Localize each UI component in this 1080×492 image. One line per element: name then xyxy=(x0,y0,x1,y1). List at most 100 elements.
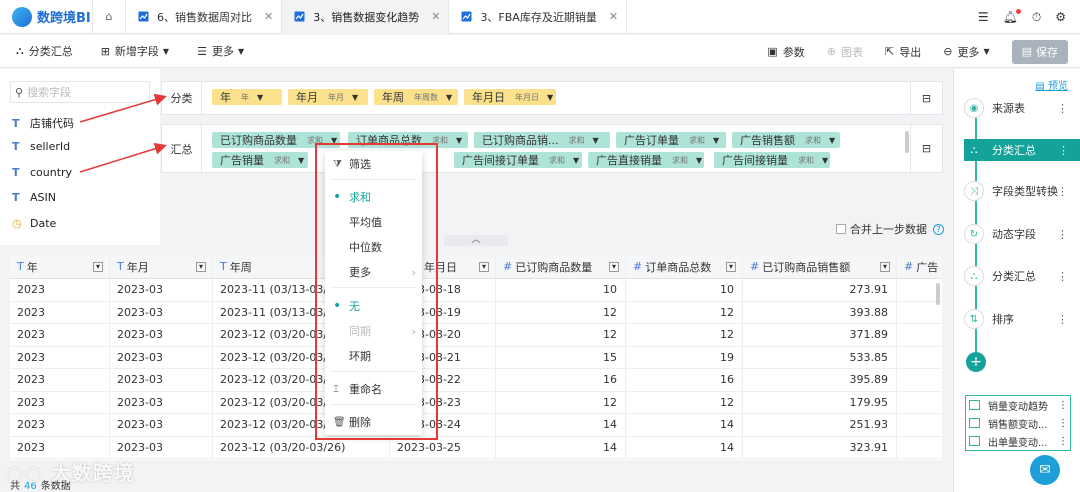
caret-down-icon[interactable]: ▾ xyxy=(196,261,206,272)
caret-down-icon[interactable]: ▾ xyxy=(609,261,619,272)
group-chip[interactable]: 年 年 ▼ xyxy=(212,89,282,105)
chart-line-icon xyxy=(461,11,472,22)
field-item[interactable]: T 店铺代码 xyxy=(12,115,74,131)
export-button[interactable]: ⇱ 导出 xyxy=(885,44,921,60)
caret-down-icon[interactable]: ▼ xyxy=(573,156,579,165)
column-header[interactable]: T 年月 ▾ xyxy=(110,256,213,278)
caret-down-icon[interactable]: ▾ xyxy=(726,261,736,272)
column-header[interactable]: # 已订购商品数量 ▾ xyxy=(496,256,626,278)
caret-down-icon[interactable]: ▼ xyxy=(593,136,599,145)
agg-chip[interactable]: 广告直接销量 求和 ▼ xyxy=(588,152,704,168)
close-icon[interactable]: ✕ xyxy=(264,10,273,23)
agg-chip[interactable]: 广告间接订单量 求和 ▼ xyxy=(454,152,582,168)
group-chip[interactable]: 年周 年周数 ▼ xyxy=(374,89,458,105)
flow-node-dynamic-field[interactable]: ↻ 动态字段 ⋮ xyxy=(964,223,1070,245)
table-scrollbar[interactable] xyxy=(936,283,940,305)
caret-down-icon[interactable]: ▼ xyxy=(298,156,304,165)
more-vertical-icon[interactable]: ⋮ xyxy=(1058,144,1069,157)
caret-down-icon[interactable]: ▼ xyxy=(257,93,263,102)
flow-node-type-convert[interactable]: ⤨ 字段类型转换 ⋮ xyxy=(964,180,1070,202)
caret-down-icon[interactable]: ▾ xyxy=(880,261,890,272)
more-vertical-icon[interactable]: ⋮ xyxy=(1058,418,1068,429)
field-item[interactable]: T country xyxy=(12,166,72,179)
number-type-icon: # xyxy=(750,260,760,274)
agg-chip[interactable]: 广告销量 求和 ▼ xyxy=(212,152,308,168)
group-zone-toggle[interactable]: ⊟ xyxy=(910,82,942,114)
flow-node-source[interactable]: ◉ 来源表 ⋮ xyxy=(964,97,1070,119)
more-vertical-icon[interactable]: ⋮ xyxy=(1057,185,1068,198)
output-item[interactable]: 销量变动趋势 ⋮ xyxy=(966,396,1070,414)
agg-chip[interactable]: 广告订单量 求和 ▼ xyxy=(616,132,726,148)
caret-down-icon[interactable]: ▼ xyxy=(446,93,452,102)
more-vertical-icon[interactable]: ⋮ xyxy=(1058,436,1068,447)
caret-down-icon[interactable]: ▼ xyxy=(822,156,828,165)
table-header: T 年 ▾ T 年月 ▾ T 年周 年月日 ▾ # 已订购商品数量 ▾ # 订单商品总数 ▾ # 已订… xyxy=(10,256,942,279)
column-header[interactable]: # 广告 xyxy=(897,256,942,278)
agg-chip[interactable]: 已订购商品销... 求和 ▼ xyxy=(474,132,610,148)
close-icon[interactable]: ✕ xyxy=(431,10,440,23)
caret-down-icon[interactable]: ▾ xyxy=(93,261,103,272)
aggregate-zone-toggle[interactable]: ⊟ xyxy=(910,125,942,172)
header-label: 年月 xyxy=(126,260,149,274)
flow-node-sort[interactable]: ⇅ 排序 ⋮ xyxy=(964,308,1070,330)
tab-trend[interactable]: 3、销售数据变化趋势 ✕ xyxy=(282,0,450,34)
column-header[interactable]: # 已订购商品销售额 ▾ xyxy=(743,256,897,278)
settings-icon[interactable]: ⚙ xyxy=(1055,10,1066,24)
logo-mark-icon xyxy=(12,6,32,27)
chip-sub: 求和 xyxy=(568,135,585,145)
more-vertical-icon[interactable]: ⋮ xyxy=(1057,270,1068,283)
close-icon[interactable]: ✕ xyxy=(609,10,618,23)
field-item[interactable]: T sellerId xyxy=(12,140,70,153)
agg-chip[interactable]: 广告间接销量 求和 ▼ xyxy=(714,152,830,168)
more-right-button[interactable]: ⊖ 更多 ▼ xyxy=(943,44,989,60)
zone-scrollbar[interactable] xyxy=(905,131,909,153)
group-chip[interactable]: 年月 年月 ▼ xyxy=(288,89,368,105)
caret-down-icon[interactable]: ▾ xyxy=(479,261,489,272)
params-button[interactable]: ▣ 参数 xyxy=(767,44,804,60)
more-vertical-icon[interactable]: ⋮ xyxy=(1057,228,1068,241)
preview-link[interactable]: ▤ 预览 xyxy=(1035,77,1068,92)
tab-fba-stock[interactable]: 3、FBA库存及近期销量 ✕ xyxy=(449,0,628,34)
more-button[interactable]: ☰ 更多 ▼ xyxy=(197,43,244,59)
column-header[interactable]: T 年 ▾ xyxy=(10,256,110,278)
merge-previous-checkbox[interactable]: 合并上一步数据 ? xyxy=(836,221,944,237)
add-node-button[interactable]: + xyxy=(966,352,986,372)
header-label: 年周 xyxy=(229,260,252,274)
list-icon[interactable]: ☰ xyxy=(978,10,989,24)
help-icon[interactable]: ? xyxy=(933,223,944,235)
table-row: 2023 2023-03 2023-12 (03/20-03/26) 2023-03-… xyxy=(10,414,942,437)
caret-down-icon[interactable]: ▼ xyxy=(829,136,835,145)
add-field-button[interactable]: ⊞ 新增字段 ▼ xyxy=(101,43,169,59)
output-item[interactable]: 销售额变动... ⋮ xyxy=(966,414,1070,432)
collapse-up-tab[interactable]: ︿ xyxy=(444,235,508,246)
caret-down-icon[interactable]: ▼ xyxy=(696,156,702,165)
home-tab[interactable]: ⌂ xyxy=(92,0,126,34)
more-vertical-icon[interactable]: ⋮ xyxy=(1057,102,1068,115)
output-item[interactable]: 出单量变动... ⋮ xyxy=(966,432,1070,450)
column-header[interactable]: # 订单商品总数 ▾ xyxy=(626,256,743,278)
chat-support-button[interactable]: ✉ xyxy=(1030,455,1060,485)
flow-node-group-summary[interactable]: ⛬ 分类汇总 ⋮ xyxy=(964,139,1080,161)
flow-node-group-summary-2[interactable]: ⛬ 分类汇总 ⋮ xyxy=(964,265,1070,287)
group-chip[interactable]: 年月日 年月日 ▼ xyxy=(464,89,556,105)
watermark-icon: ◌◌ xyxy=(6,461,51,485)
caret-down-icon[interactable]: ▼ xyxy=(713,136,719,145)
group-summary-button[interactable]: ⛬ 分类汇总 xyxy=(16,43,73,59)
caret-down-icon[interactable]: ▼ xyxy=(456,136,462,145)
field-item[interactable]: ◷ Date xyxy=(12,217,56,230)
notification-icon[interactable]: 🔔︎ xyxy=(1003,9,1022,24)
timer-icon[interactable]: ⏱ xyxy=(1032,10,1041,25)
tab-weekly-compare[interactable]: 6、销售数据周对比 ✕ xyxy=(126,0,283,34)
agg-chip[interactable]: 广告销售额 求和 ▼ xyxy=(732,132,840,148)
caret-down-icon[interactable]: ▼ xyxy=(352,93,358,102)
field-search-input[interactable]: ⚲ 搜索字段 xyxy=(10,81,150,103)
chart-button[interactable]: ⊕ 图表 xyxy=(827,44,863,60)
more-vertical-icon[interactable]: ⋮ xyxy=(1058,400,1068,411)
field-item[interactable]: T ASIN xyxy=(12,191,56,204)
caret-down-icon[interactable]: ▼ xyxy=(547,93,553,102)
watermark: ◌◌ 大数跨境 xyxy=(6,457,135,486)
save-button[interactable]: ▤ 保存 xyxy=(1011,39,1068,64)
convert-icon: ⤨ xyxy=(964,181,984,201)
more-vertical-icon[interactable]: ⋮ xyxy=(1057,313,1068,326)
chip-sub: 求和 xyxy=(798,155,814,165)
